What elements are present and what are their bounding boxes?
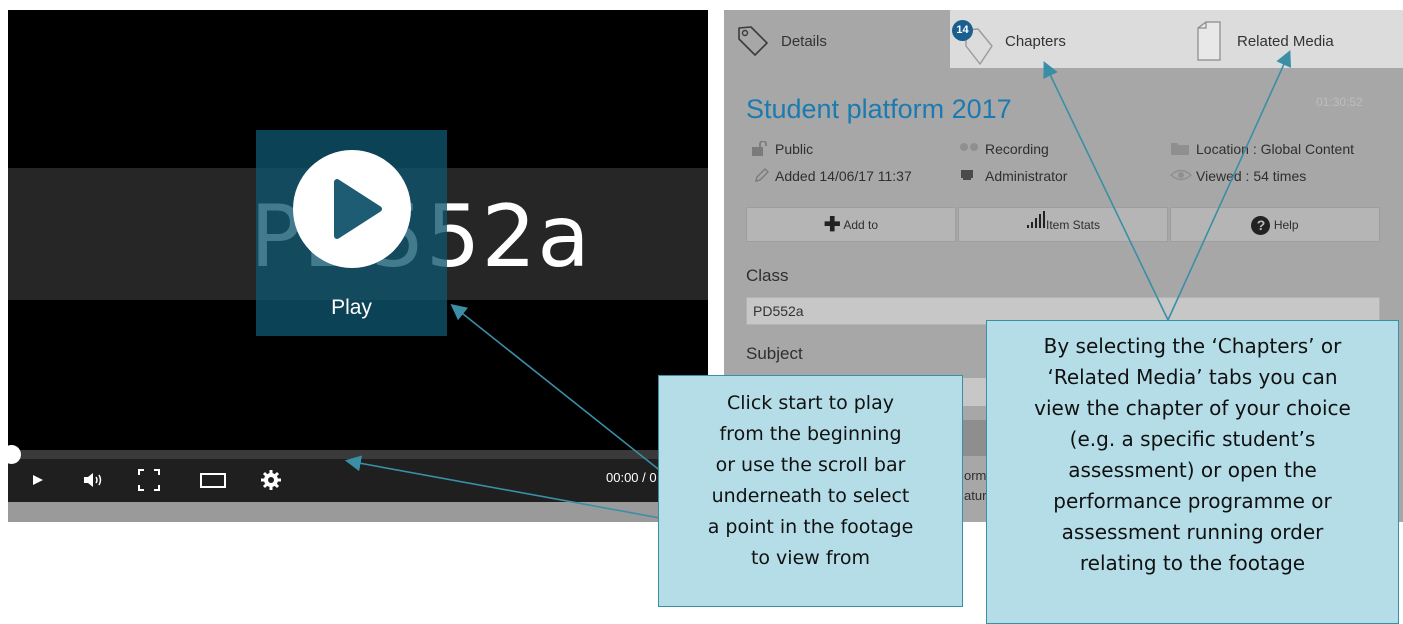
- callout-line: to view from: [750, 547, 871, 569]
- callout-line: underneath to select: [711, 485, 910, 507]
- callout-line: Click start to play: [727, 392, 894, 414]
- callout-line: assessment running order: [1061, 520, 1324, 544]
- callout-line: ‘Related Media’ tabs you can: [1047, 365, 1338, 389]
- callout-line: By selecting the ‘Chapters’ or: [1043, 334, 1342, 358]
- callout-line: from the beginning: [719, 423, 902, 445]
- callout-line: view the chapter of your choice: [1034, 396, 1351, 420]
- callout-tabs-instructions: By selecting the ‘Chapters’ or ‘Related …: [986, 320, 1399, 624]
- callout-line: relating to the footage: [1079, 551, 1306, 575]
- callout-play-instructions: Click start to play from the beginning o…: [658, 375, 963, 607]
- callout-line: assessment) or open the: [1068, 458, 1317, 482]
- callout-line: or use the scroll bar: [715, 454, 906, 476]
- callout-line: (e.g. a specific student’s: [1069, 427, 1316, 451]
- callout-line: performance programme or: [1053, 489, 1332, 513]
- callout-line: a point in the footage: [707, 516, 914, 538]
